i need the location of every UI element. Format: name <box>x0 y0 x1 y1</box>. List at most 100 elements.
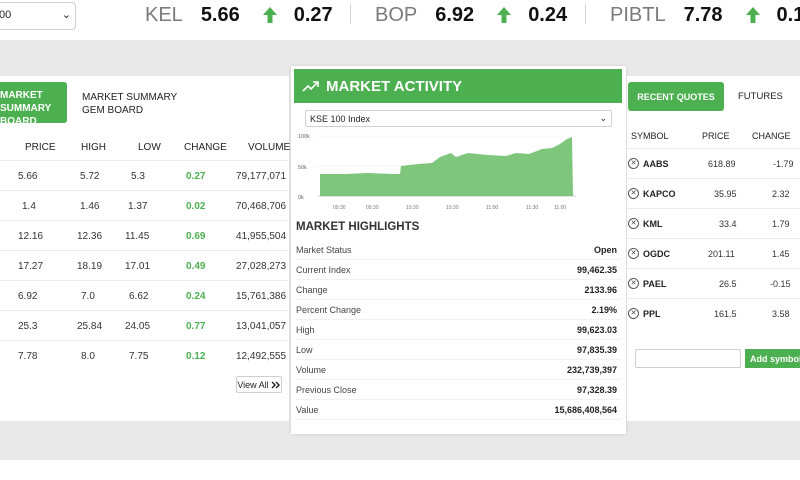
cell-low: 6.62 <box>129 291 149 302</box>
remove-icon[interactable]: ✕ <box>628 278 639 289</box>
highlight-label: Low <box>296 345 313 355</box>
market-highlights-title: MARKET HIGHLIGHTS <box>296 221 420 233</box>
cell-high: 18.19 <box>77 261 103 272</box>
cell-volume: 27,028,273 <box>236 261 287 272</box>
cell-low: 7.75 <box>129 351 149 362</box>
double-chevron-right-icon <box>271 381 280 388</box>
quote-price: 618.89 <box>708 159 736 169</box>
highlight-row: Change 2133.96 <box>296 280 621 300</box>
tab-label-line: GEM BOARD <box>82 105 144 116</box>
tab-market-summary-gem-board[interactable]: MARKET SUMMARY GEM BOARD <box>82 91 177 117</box>
column-header-change[interactable]: CHANGE <box>752 131 791 141</box>
column-header-change[interactable]: CHANGE <box>184 142 227 153</box>
highlight-label: High <box>296 325 315 335</box>
quote-symbol: OGDC <box>643 249 670 259</box>
add-symbols-button[interactable]: Add symbols <box>745 349 800 368</box>
ticker-symbol: PIBTL <box>610 3 666 26</box>
quote-row[interactable]: ✕ PAEL 26.5 -0.15 <box>627 268 800 298</box>
highlight-row: Volume 232,739,397 <box>296 360 621 380</box>
cell-low: 1.37 <box>128 201 148 212</box>
quote-price: 26.5 <box>719 279 737 289</box>
ticker-select[interactable]: 00 ⌄ <box>0 2 76 30</box>
cell-volume: 15,761,386 <box>236 291 287 302</box>
remove-icon[interactable]: ✕ <box>628 158 639 169</box>
highlight-label: Percent Change <box>296 305 362 315</box>
tab-futures[interactable]: FUTURES <box>738 91 783 102</box>
quote-row[interactable]: ✕ AABS 618.89 -1.79 <box>627 148 800 178</box>
quote-row[interactable]: ✕ OGDC 201.11 1.45 <box>627 238 800 268</box>
cell-price: 6.92 <box>18 291 38 302</box>
index-select[interactable]: KSE 100 Index ⌄ <box>305 110 612 127</box>
quote-change: -0.15 <box>770 279 791 289</box>
chevron-down-icon: ⌄ <box>61 9 71 21</box>
tab-recent-quotes[interactable]: RECENT QUOTES <box>628 82 724 111</box>
column-header-low[interactable]: LOW <box>138 142 161 153</box>
quote-symbol: PAEL <box>643 279 667 289</box>
remove-icon[interactable]: ✕ <box>628 248 639 259</box>
ticker-item[interactable]: PIBTL 7.78 0.12 <box>610 3 800 27</box>
x-tick-label: 09:30 <box>333 205 346 211</box>
remove-icon[interactable]: ✕ <box>628 188 639 199</box>
table-row[interactable]: 6.92 7.0 6.62 0.24 15,761,386 <box>0 280 289 310</box>
table-row[interactable]: 25.3 25.84 24.05 0.77 13,041,057 <box>0 310 289 340</box>
cell-high: 25.84 <box>77 321 103 332</box>
y-tick-label: 100k <box>298 134 310 140</box>
market-activity-panel: MARKET ACTIVITY KSE 100 Index ⌄ 100k 50k… <box>291 66 626 434</box>
cell-change: 0.69 <box>186 231 206 242</box>
quote-change: 2.32 <box>772 189 790 199</box>
quote-row[interactable]: ✕ KAPCO 35.95 2.32 <box>627 178 800 208</box>
quote-row[interactable]: ✕ PPL 161.5 3.58 <box>627 298 800 328</box>
arrow-up-icon <box>745 7 760 23</box>
ticker-divider <box>585 4 586 24</box>
ticker-select-value: 00 <box>0 9 12 21</box>
symbol-input[interactable] <box>635 349 741 368</box>
table-row[interactable]: 17.27 18.19 17.01 0.49 27,028,273 <box>0 250 289 280</box>
highlight-value: Open <box>593 245 617 255</box>
cell-volume: 79,177,071 <box>236 171 287 182</box>
remove-icon[interactable]: ✕ <box>628 218 639 229</box>
table-row[interactable]: 7.78 8.0 7.75 0.12 12,492,555 <box>0 340 289 370</box>
ticker-change: 0.24 <box>528 3 568 26</box>
highlight-row: Market Status Open <box>296 240 621 260</box>
highlight-label: Change <box>296 285 328 295</box>
tab-label-line: MARKET SUMMARY <box>82 92 178 103</box>
ticker-price: 6.92 <box>435 3 475 26</box>
ticker-symbol: BOP <box>375 3 418 26</box>
quote-symbol: AABS <box>643 159 669 169</box>
cell-high: 7.0 <box>81 291 95 302</box>
remove-icon[interactable]: ✕ <box>628 308 639 319</box>
view-all-button[interactable]: View All <box>236 376 282 393</box>
table-row[interactable]: 1.4 1.46 1.37 0.02 70,468,706 <box>0 190 289 220</box>
x-tick-label: 11:00 <box>554 205 566 211</box>
table-row[interactable]: 5.66 5.72 5.3 0.27 79,177,071 <box>0 160 289 190</box>
x-tick-label: 09:30 <box>366 205 379 211</box>
tab-market-summary-board[interactable]: MARKET SUMMARY BOARD <box>0 82 67 127</box>
ticker-item[interactable]: KEL 5.66 0.27 <box>145 3 333 27</box>
arrow-up-icon <box>497 7 512 23</box>
column-header-volume[interactable]: VOLUME <box>248 142 290 153</box>
cell-volume: 13,041,057 <box>236 321 287 332</box>
column-header-high[interactable]: HIGH <box>81 142 106 153</box>
highlight-row: Percent Change 2.19% <box>296 300 621 320</box>
index-area <box>320 137 573 196</box>
column-header-price[interactable]: PRICE <box>25 142 56 153</box>
cell-high: 8.0 <box>81 351 95 362</box>
highlight-value: 2.19% <box>591 305 617 315</box>
quote-row[interactable]: ✕ KML 33.4 1.79 <box>627 208 800 238</box>
highlight-label: Volume <box>296 365 327 375</box>
ticker-item[interactable]: BOP 6.92 0.24 <box>375 3 567 27</box>
cell-price: 12.16 <box>18 231 44 242</box>
column-header-symbol[interactable]: SYMBOL <box>631 131 669 141</box>
view-all-label: View All <box>237 379 269 390</box>
cell-change: 0.77 <box>186 321 206 332</box>
quote-change: -1.79 <box>773 159 794 169</box>
quote-symbol: KML <box>643 219 663 229</box>
quote-symbol: KAPCO <box>643 189 676 199</box>
ticker-change: 0.27 <box>293 3 333 26</box>
highlight-label: Market Status <box>296 245 352 255</box>
highlight-row: Current Index 99,462.35 <box>296 260 621 280</box>
table-row[interactable]: 12.16 12.36 11.45 0.69 41,955,504 <box>0 220 289 250</box>
highlight-value: 99,623.03 <box>576 325 617 335</box>
column-header-price[interactable]: PRICE <box>702 131 730 141</box>
ticker-symbol: KEL <box>145 3 183 26</box>
